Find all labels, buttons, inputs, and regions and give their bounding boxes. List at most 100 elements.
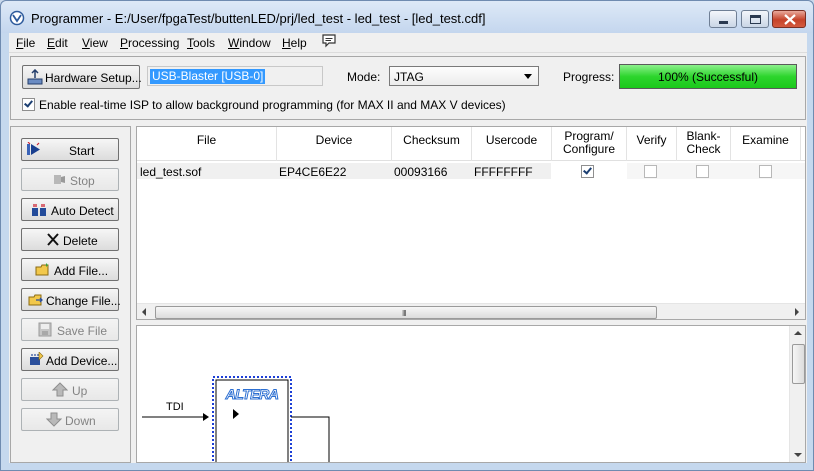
delete-icon [47,233,59,246]
hardware-device-field[interactable]: USB-Blaster [USB-0] [147,66,323,86]
progress-bar: 100% (Successful) [619,64,797,89]
delete-label: Delete [63,234,98,248]
cell-file: led_test.sof [140,165,202,179]
save-file-icon [38,322,52,337]
column-header-file[interactable]: File [137,127,277,161]
column-header-blank-check[interactable]: Blank- Check [677,127,731,161]
add-device-label: Add Device... [46,354,118,368]
save-file-label: Save File [57,324,108,338]
menu-tools[interactable]: Tools [187,36,215,50]
cell-checksum: 00093166 [394,165,448,179]
tdo-line [291,416,330,462]
delete-button[interactable]: Delete [21,228,119,251]
scroll-down-icon[interactable] [794,453,802,457]
progress-text: 100% (Successful) [657,70,759,84]
maximize-button[interactable] [741,10,769,28]
speech-bubble-icon[interactable] [321,34,337,48]
mode-label: Mode: [347,70,381,84]
action-button-panel: Start Stop Auto Detect Delete Add File..… [10,126,131,463]
progress-label: Progress: [563,70,615,84]
column-header-verify[interactable]: Verify [627,127,677,161]
column-header-device[interactable]: Device [277,127,392,161]
change-file-icon [28,294,43,306]
cell-device: EP4CE6E22 [279,165,347,179]
menu-processing[interactable]: Processing [120,36,179,50]
column-header-checksum[interactable]: Checksum [392,127,472,161]
save-file-button[interactable]: Save File [21,318,119,341]
down-label: Down [65,414,96,428]
maximize-icon [750,15,761,24]
minimize-icon [719,21,728,24]
program-configure-checkbox[interactable] [581,165,594,178]
column-header-program-configure[interactable]: Program/ Configure [552,127,627,161]
down-arrow-icon [46,412,62,427]
examine-checkbox[interactable] [759,165,772,178]
close-icon [784,14,796,25]
jtag-chain-diagram: TDI ALTERA [136,325,806,463]
start-button[interactable]: Start [21,138,119,161]
scroll-right-icon[interactable] [795,308,799,316]
checkmark-icon [24,98,33,108]
title-bar[interactable]: Programmer - E:/User/fpgaTest/buttenLED/… [1,1,813,33]
hardware-setup-icon [27,69,43,85]
client-area: File Edit View Processing Tools Window H… [9,33,807,463]
change-file-label: Change File... [46,294,121,308]
hardware-setup-label: Hardware Setup... [45,71,142,85]
table-header: File Device Checksum Usercode Program/ C… [137,127,805,161]
add-device-button[interactable]: Add Device... [21,348,119,371]
vertical-scroll-thumb[interactable] [792,344,805,384]
up-label: Up [72,384,88,398]
checkmark-icon [583,165,592,175]
isp-checkbox[interactable] [22,98,35,111]
horizontal-scrollbar[interactable]: III [137,303,805,319]
close-button[interactable] [772,10,806,28]
hardware-panel: Hardware Setup... USB-Blaster [USB-0] Mo… [10,56,806,120]
blank-check-checkbox[interactable] [696,165,709,178]
change-file-button[interactable]: Change File... [21,288,121,311]
auto-detect-button[interactable]: Auto Detect [21,198,119,221]
add-device-icon [30,352,44,365]
scroll-grip: III [402,309,407,318]
add-file-button[interactable]: Add File... [21,258,119,281]
table-row[interactable]: led_test.sof EP4CE6E22 00093166 FFFFFFFF [137,163,805,179]
arrow-right-icon [203,413,209,421]
add-file-icon [35,263,49,276]
cell-usercode: FFFFFFFF [474,165,533,179]
menu-edit[interactable]: Edit [47,36,68,50]
up-arrow-icon [52,382,68,397]
menu-bar: File Edit View Processing Tools Window H… [9,33,807,53]
menu-window[interactable]: Window [228,36,271,50]
hardware-device-value: USB-Blaster [USB-0] [150,69,266,84]
isp-label: Enable real-time ISP to allow background… [39,98,506,112]
auto-detect-label: Auto Detect [51,204,114,218]
hardware-setup-button[interactable]: Hardware Setup... [22,65,142,89]
up-button[interactable]: Up [21,378,119,401]
scroll-up-icon[interactable] [794,331,802,335]
menu-view[interactable]: View [82,36,108,50]
start-label: Start [69,144,95,158]
down-button[interactable]: Down [21,408,119,431]
auto-detect-icon [32,204,46,216]
vertical-scrollbar[interactable] [789,326,805,462]
menu-file[interactable]: File [16,36,35,50]
programmer-app-icon [9,10,25,26]
column-header-usercode[interactable]: Usercode [472,127,552,161]
minimize-button[interactable] [709,10,737,28]
horizontal-scroll-thumb[interactable]: III [155,306,657,319]
add-file-label: Add File... [54,264,109,278]
column-header-examine[interactable]: Examine [731,127,801,161]
stop-icon [54,175,65,184]
window-title: Programmer - E:/User/fpgaTest/buttenLED/… [31,11,486,26]
mode-value: JTAG [394,70,424,84]
stop-label: Stop [70,174,95,188]
chain-canvas: TDI ALTERA [142,376,330,462]
stop-button[interactable]: Stop [21,168,119,191]
scroll-left-icon[interactable] [142,308,146,316]
mode-select[interactable]: JTAG [389,66,539,86]
chevron-down-icon [524,74,532,79]
device-table: File Device Checksum Usercode Program/ C… [136,126,806,320]
menu-help[interactable]: Help [282,36,307,50]
verify-checkbox[interactable] [644,165,657,178]
start-icon [27,142,40,155]
programmer-window: Programmer - E:/User/fpgaTest/buttenLED/… [0,0,814,471]
